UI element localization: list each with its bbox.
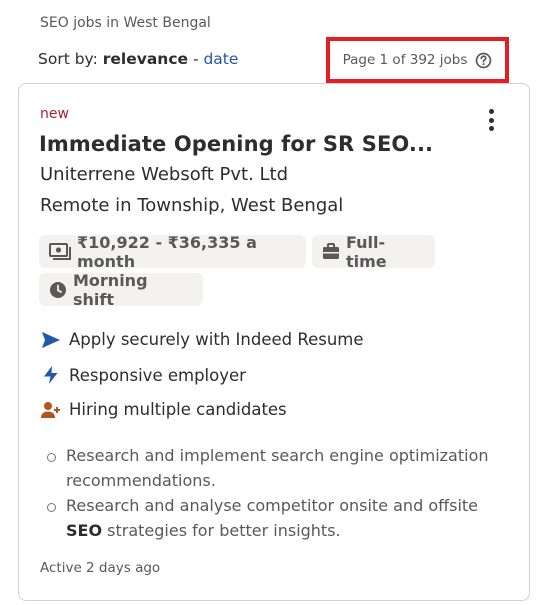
feature-apply-with-resume: Apply securely with Indeed Resume [41, 330, 364, 349]
job-location: Remote in Township, West Bengal [40, 195, 344, 216]
sort-relevance-active: relevance [102, 50, 189, 68]
money-icon [49, 242, 71, 260]
salary-chip: ₹10,922 - ₹36,335 a month [39, 232, 306, 271]
feature-apply-text: Apply securely with Indeed Resume [69, 330, 364, 349]
job-title[interactable]: Immediate Opening for SR SEO... [39, 132, 433, 156]
clock-icon [50, 281, 66, 298]
lightning-icon [44, 366, 58, 384]
sort-separator: - [188, 50, 204, 68]
shift-text: Morning shift [73, 270, 148, 309]
new-badge: new [40, 106, 69, 122]
sort-prefix: Sort by: [38, 50, 103, 68]
add-person-icon [41, 401, 60, 418]
search-context-label: SEO jobs in West Bengal [40, 15, 211, 31]
job-type-text: Full-time [346, 232, 387, 271]
salary-text: ₹10,922 - ₹36,335 a month [77, 232, 257, 271]
job-results-panel: SEO jobs in West Bengal Sort by: relevan… [0, 0, 551, 605]
sort-controls: Sort by: relevance - date [38, 50, 238, 68]
sort-by-date-link[interactable]: date [203, 50, 238, 68]
job-type-chip: Full-time [312, 232, 435, 271]
company-name: Uniterrene Websoft Pvt. Ltd [40, 164, 289, 185]
feature-hiring-multiple: Hiring multiple candidates [41, 400, 287, 419]
send-arrow-icon [42, 331, 60, 348]
feature-hiring-text: Hiring multiple candidates [69, 400, 287, 419]
snippet-item: Research and analyse competitor onsite a… [47, 494, 497, 543]
help-icon[interactable] [475, 52, 492, 69]
briefcase-icon [323, 243, 339, 259]
more-options-icon[interactable] [480, 106, 502, 134]
page-count-highlight: Page 1 of 392 jobs [326, 37, 509, 83]
feature-responsive-text: Responsive employer [69, 365, 246, 385]
job-card[interactable]: new Immediate Opening for SR SEO... Unit… [18, 83, 530, 601]
shift-chip: Morning shift [39, 270, 203, 309]
page-count-text: Page 1 of 392 jobs [342, 52, 468, 68]
activity-status: Active 2 days ago [40, 560, 161, 576]
job-snippet: Research and implement search engine opt… [47, 444, 497, 544]
snippet-keyword-highlight: SEO [66, 520, 103, 540]
snippet-item: Research and implement search engine opt… [47, 444, 497, 493]
feature-responsive-employer: Responsive employer [41, 365, 246, 385]
